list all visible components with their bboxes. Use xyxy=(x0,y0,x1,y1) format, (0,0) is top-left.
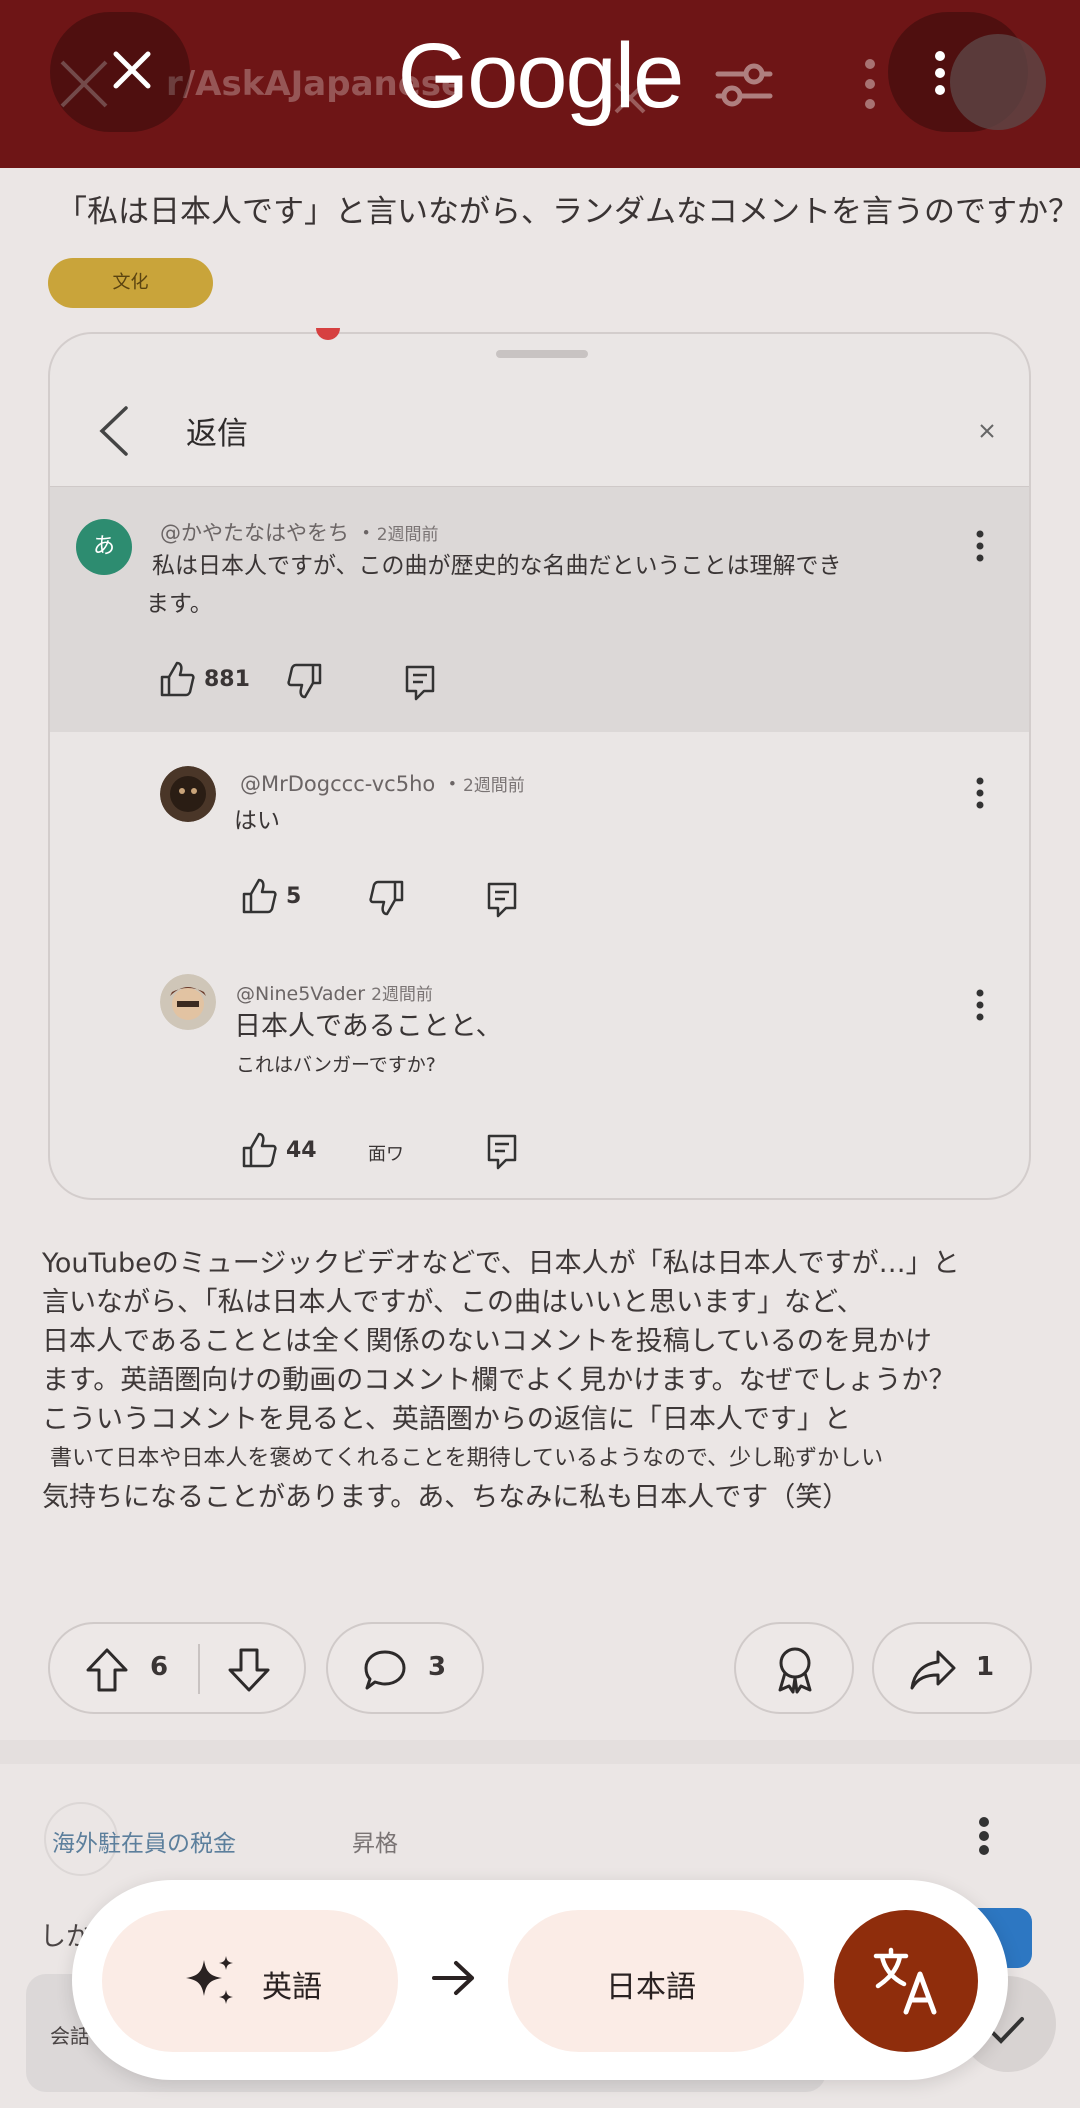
comment-author: @Nine5Vader 2週間前 xyxy=(236,983,433,1005)
downvote-icon[interactable] xyxy=(226,1646,272,1694)
comment-count: 3 xyxy=(428,1652,447,1682)
google-logo: Google xyxy=(397,25,685,127)
avatar: あ xyxy=(76,519,132,575)
comment-author: @MrDogccc-vc5ho ・2週間前 xyxy=(240,772,525,796)
reply-icon xyxy=(487,882,517,918)
share-button[interactable]: 1 xyxy=(872,1622,1032,1714)
thumbs-down-icon xyxy=(369,880,404,916)
comment-text: これはバンガーですか? xyxy=(236,1054,436,1076)
sparkle-icon xyxy=(186,1956,233,2004)
dislike-label: 面ワ xyxy=(368,1144,404,1165)
like-count: 44 xyxy=(286,1138,317,1163)
translate-button[interactable] xyxy=(834,1910,978,2052)
comments-button[interactable]: 3 xyxy=(326,1622,484,1714)
user-avatar xyxy=(950,34,1046,130)
award-button[interactable] xyxy=(734,1622,854,1714)
parent-comment: あ @かやたなはやをち ・2週間前 私は日本人ですが、この曲が歴史的な名曲だとい… xyxy=(50,486,1029,732)
like-count: 5 xyxy=(286,884,302,909)
comment-text: はい xyxy=(234,808,280,834)
reply-icon xyxy=(487,1134,517,1170)
comment-bubble-icon xyxy=(364,1650,406,1690)
source-language-label: 英語 xyxy=(262,1970,322,2005)
translate-icon xyxy=(873,1947,937,2015)
comment-author: @かやたなはやをち ・2週間前 xyxy=(160,521,439,545)
vote-divider xyxy=(198,1644,200,1694)
flair-tag[interactable]: 文化 xyxy=(48,258,213,308)
target-language-label: 日本語 xyxy=(606,1970,696,2005)
source-language-button[interactable]: 英語 xyxy=(102,1910,398,2052)
upvote-icon[interactable] xyxy=(84,1646,130,1694)
translate-bar: 英語 日本語 xyxy=(72,1880,1008,2080)
share-count: 1 xyxy=(976,1652,995,1682)
more-vertical-icon[interactable] xyxy=(978,1816,990,1856)
thumbs-up-icon xyxy=(242,878,277,914)
comment-text: 日本人であることと、 xyxy=(234,1011,503,1042)
post-title: 「私は日本人です」と言いながら、ランダムなコメントを言うのですか？ xyxy=(56,194,1079,230)
related-post-link[interactable]: 海外駐在員の税金 xyxy=(52,1824,236,1858)
like-count: 881 xyxy=(204,667,250,692)
avatar xyxy=(160,974,216,1030)
more-vertical-icon xyxy=(976,777,984,809)
more-vertical-icon xyxy=(976,989,984,1021)
thumbs-down-icon xyxy=(287,663,322,699)
close-icon xyxy=(980,424,994,438)
vote-count: 6 xyxy=(150,1652,169,1682)
back-chevron-icon xyxy=(99,406,128,456)
post-body: YouTubeのミュージックビデオなどで、日本人が「私は日本人ですが…」と 言い… xyxy=(42,1248,960,1513)
avatar xyxy=(160,766,216,822)
target-language-button[interactable]: 日本語 xyxy=(508,1910,804,2052)
award-icon xyxy=(778,1647,812,1694)
vote-pill: 6 xyxy=(48,1622,306,1714)
ghost-more-icon xyxy=(865,59,875,109)
drag-handle xyxy=(496,350,588,358)
arrow-right-icon xyxy=(432,1961,474,1995)
reply-screenshot-card[interactable]: 返信 あ @かやたなはやをち ・2週間前 私は日本人ですが、この曲が歴史的な名曲… xyxy=(48,332,1031,1200)
reply-icon xyxy=(405,665,435,701)
filter-icon xyxy=(715,63,773,107)
reply-panel-title: 返信 xyxy=(186,416,248,452)
section-divider xyxy=(0,1740,1080,1764)
top-bar: r/AskAJapanese Google xyxy=(0,0,1080,168)
thumbs-up-icon xyxy=(160,661,195,697)
comment-text: 私は日本人ですが、この曲が歴史的な名曲だということは理解でき ます。 xyxy=(146,553,842,617)
share-arrow-icon xyxy=(910,1650,956,1690)
more-vertical-icon[interactable] xyxy=(932,50,948,96)
thumbs-up-icon xyxy=(242,1132,277,1168)
more-vertical-icon xyxy=(976,530,984,562)
related-post-rank: 昇格 xyxy=(352,1831,398,1857)
